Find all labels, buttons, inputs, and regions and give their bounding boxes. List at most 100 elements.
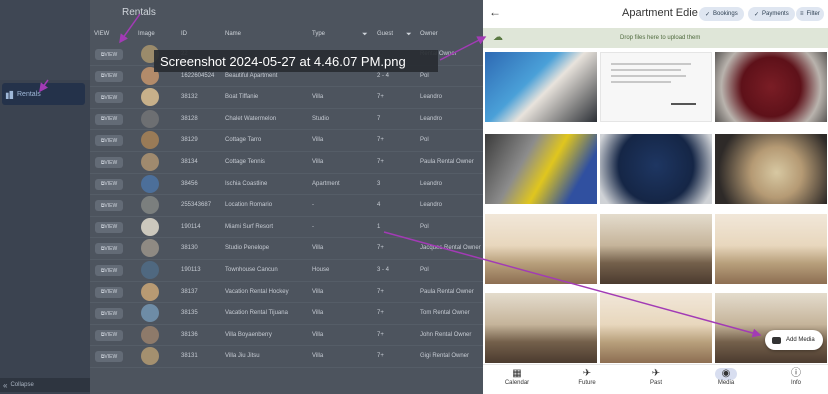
collapse-button[interactable]: « Collapse <box>0 378 90 392</box>
cell-id: 38131 <box>181 353 198 360</box>
media-thumb-document[interactable] <box>600 52 712 122</box>
panel-title: Apartment Edie <box>622 7 698 19</box>
view-button[interactable]: ⧉ VIEW <box>95 286 123 298</box>
nav-calendar[interactable]: ▦ Calendar <box>497 368 537 394</box>
view-button-label: VIEW <box>104 245 118 252</box>
media-thumb-worker[interactable] <box>485 134 597 204</box>
media-thumb-room[interactable] <box>485 293 597 363</box>
view-button-label: VIEW <box>104 332 118 339</box>
cell-id: 38132 <box>181 94 198 101</box>
cell-type: Villa <box>312 94 324 101</box>
media-thumb-room[interactable] <box>485 214 597 284</box>
media-thumb-room[interactable] <box>600 293 712 363</box>
payments-chip[interactable]: ✓ Payments <box>748 7 795 21</box>
cell-name: Cottage Tarro <box>225 137 262 144</box>
bookings-chip[interactable]: ✓ Bookings <box>699 7 744 21</box>
view-button[interactable]: ⧉ VIEW <box>95 157 123 168</box>
rental-thumbnail <box>141 174 159 193</box>
rental-thumbnail <box>141 217 159 236</box>
view-button[interactable]: ⧉ VIEW <box>95 70 123 82</box>
table-row: ⧉ VIEW 38136 Villa Boyaenberry Villa 7+ John … <box>90 325 483 347</box>
view-button[interactable]: ⧉ VIEW <box>95 178 123 190</box>
table-row: ⧉ VIEW 38135 Vacation Rental Tijuana Villa 7… <box>90 303 483 325</box>
media-thumb-passport-red[interactable] <box>715 52 827 122</box>
cell-id: 190114 <box>181 223 201 230</box>
view-button[interactable]: ⧉ VIEW <box>95 329 123 341</box>
cell-type: Villa <box>312 331 324 338</box>
cell-guests: 2 - 4 <box>377 72 390 79</box>
view-button[interactable]: ⧉ VIEW <box>95 221 123 233</box>
cell-owner: Leandro <box>420 94 443 101</box>
cell-type: Villa <box>312 310 324 317</box>
view-button[interactable]: ⧉ VIEW <box>95 200 123 212</box>
view-button-label: VIEW <box>104 51 118 58</box>
nav-media[interactable]: ◉ Media <box>706 368 746 394</box>
filter-chip-label: Filter <box>806 11 820 17</box>
cell-type: Villa <box>312 245 324 252</box>
view-button[interactable]: ⧉ VIEW <box>95 265 123 276</box>
header-name[interactable]: Name <box>225 31 241 37</box>
view-button[interactable]: ⧉ VIEW <box>95 92 123 104</box>
filter-icon[interactable]: ⏷ <box>362 31 368 39</box>
view-button-label: VIEW <box>104 310 118 317</box>
cell-owner: Gigi Rental Owner <box>420 353 470 360</box>
media-thumb-portrait[interactable] <box>485 52 597 122</box>
cell-name: Ischia Coastline <box>225 180 268 187</box>
cell-owner: Pol <box>420 223 429 230</box>
media-thumb-room[interactable] <box>600 214 712 284</box>
view-button[interactable]: ⧉ VIEW <box>95 308 123 320</box>
cell-owner: Leandro <box>420 202 443 209</box>
add-media-button[interactable]: Add Media <box>765 330 823 350</box>
info-icon: ⓘ <box>791 368 801 379</box>
upload-dropzone[interactable]: ☁ Drop files here to upload them <box>483 28 828 48</box>
view-button[interactable]: ⧉ VIEW <box>95 113 123 125</box>
media-thumb-cash[interactable] <box>715 134 827 204</box>
nav-calendar-label: Calendar <box>504 380 530 386</box>
filter-chip[interactable]: ≡ Filter <box>796 7 824 21</box>
table-row: ⧉ VIEW 38134 Cottage Tennis Villa 7+ Paula Re… <box>90 152 483 174</box>
media-thumb-room[interactable] <box>715 293 827 363</box>
nav-info[interactable]: ⓘ Info <box>776 368 816 394</box>
sidebar: Rentals « Collapse <box>0 0 90 394</box>
cell-id: 38456 <box>181 180 198 187</box>
drag-filename-banner: Screenshot 2024-05-27 at 4.46.07 PM.png <box>154 50 438 72</box>
cloud-upload-icon: ☁ <box>493 32 503 43</box>
cell-name: Townhouse Cancun <box>225 267 278 273</box>
filter-icon[interactable]: ⏷ <box>406 31 412 39</box>
header-type[interactable]: Type <box>312 31 325 37</box>
nav-info-label: Info <box>790 380 801 386</box>
header-guests[interactable]: Guest <box>377 31 393 37</box>
cell-guests: 7+ <box>377 159 384 165</box>
cell-owner: John Rental Owner <box>420 331 472 338</box>
view-button[interactable]: ⧉ VIEW <box>95 49 123 60</box>
media-thumb-room[interactable] <box>715 214 827 284</box>
camera-icon <box>772 336 781 344</box>
nav-future[interactable]: ✈ Future <box>567 368 607 394</box>
rental-thumbnail <box>141 196 159 215</box>
cell-type: - <box>312 202 314 209</box>
check-icon: ✓ <box>754 11 760 18</box>
media-thumb-passport-blue[interactable] <box>600 134 712 204</box>
header-owner[interactable]: Owner <box>420 31 438 37</box>
cell-name: Vacation Rental Tijuana <box>225 310 288 317</box>
payments-chip-label: Payments <box>762 11 789 17</box>
table-row: ⧉ VIEW 38130 Studio Penelope Villa 7+ Jacques… <box>90 238 483 260</box>
cell-guests: 7+ <box>377 94 384 101</box>
view-button[interactable]: ⧉ VIEW <box>95 135 123 147</box>
view-button-label: VIEW <box>104 116 118 123</box>
table-row: ⧉ VIEW 38456 Ischia Coastline Apartment 3 Lea… <box>90 174 483 196</box>
cell-guests: 4 <box>377 202 381 209</box>
cell-id: 38134 <box>181 159 198 165</box>
add-media-label: Add Media <box>786 337 815 343</box>
sidebar-item-rentals[interactable]: Rentals <box>2 83 85 105</box>
view-button[interactable]: ⧉ VIEW <box>95 351 123 363</box>
cell-name: Studio Penelope <box>225 245 270 252</box>
back-arrow-icon[interactable]: ← <box>489 5 501 19</box>
rental-thumbnail <box>141 153 159 171</box>
view-button[interactable]: ⧉ VIEW <box>95 243 123 255</box>
cell-type: House <box>312 267 330 273</box>
bookings-chip-label: Bookings <box>713 11 738 17</box>
view-button-label: VIEW <box>104 181 118 188</box>
header-id[interactable]: ID <box>181 31 187 37</box>
nav-past[interactable]: ✈ Past <box>636 368 676 394</box>
